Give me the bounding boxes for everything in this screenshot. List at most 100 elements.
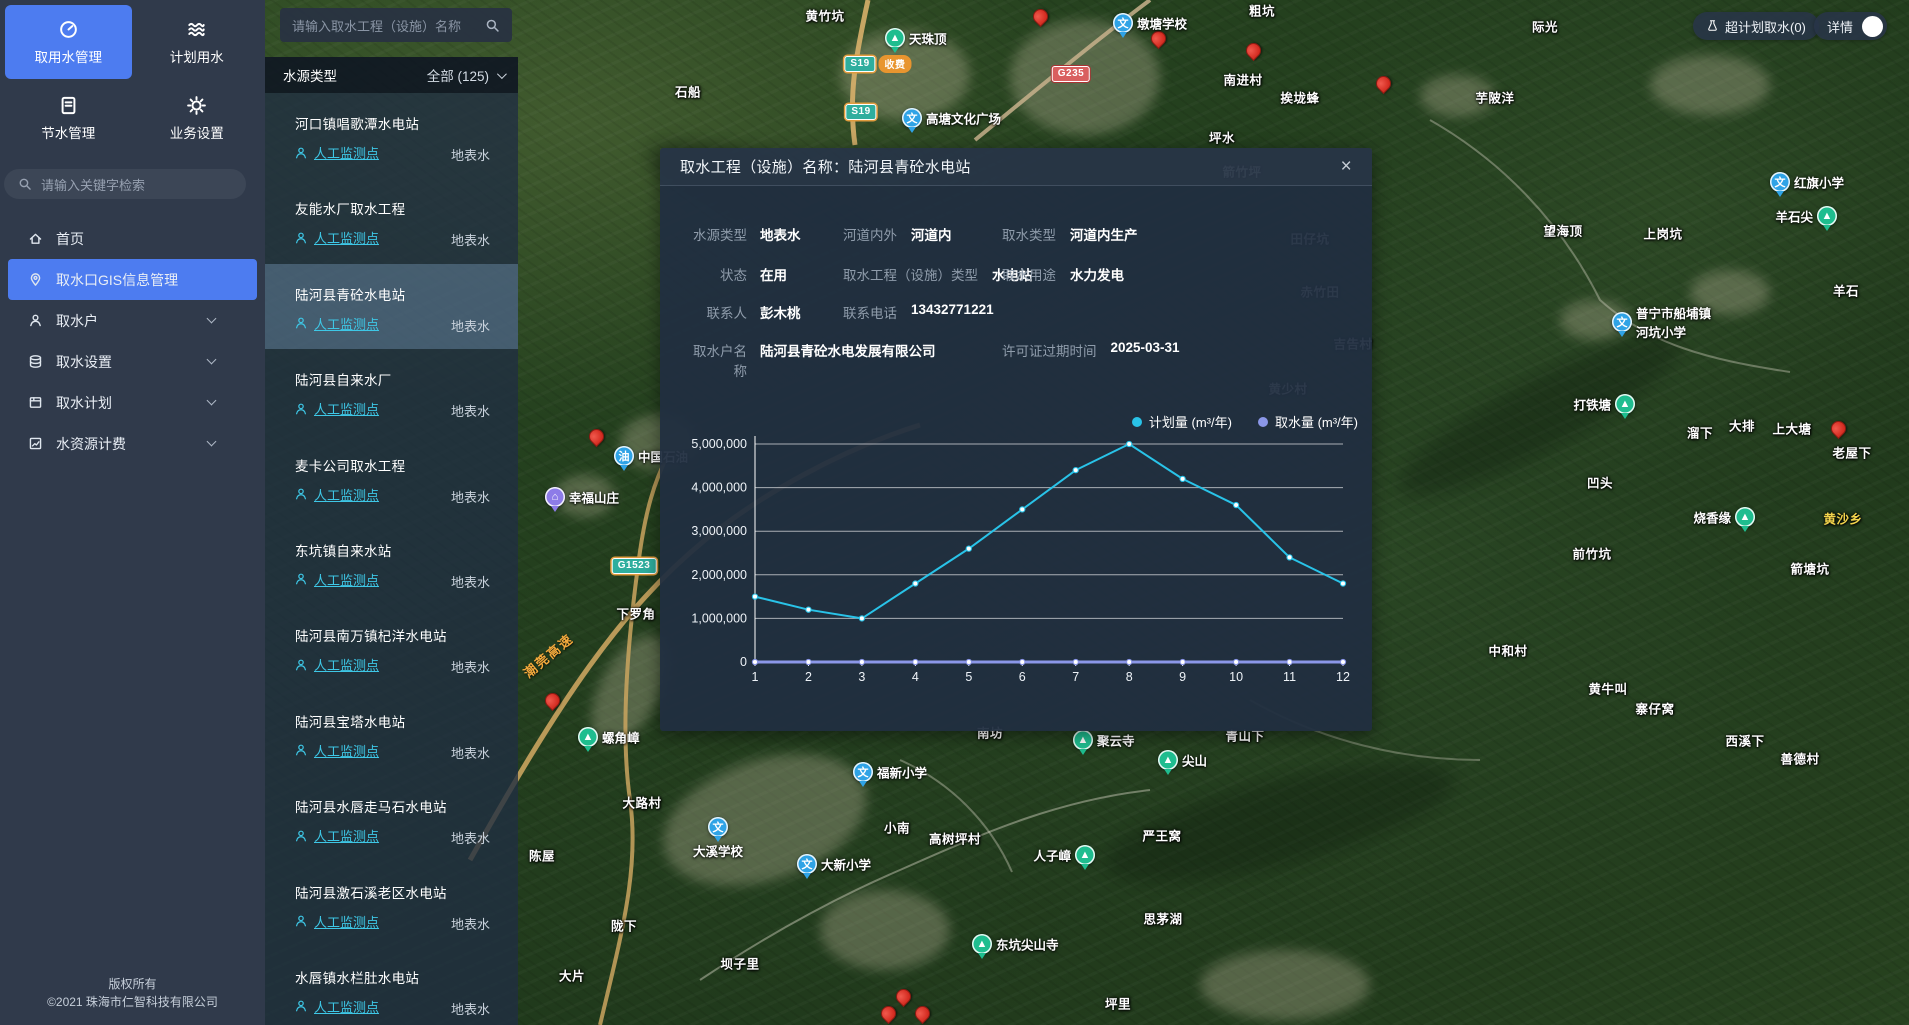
station-list-item[interactable]: 友能水厂取水工程 人工监测点 地表水 [265,178,518,263]
station-list-item[interactable]: 陆河县宝塔水电站 人工监测点 地表水 [265,691,518,776]
poi-marker[interactable]: 文 [708,817,728,837]
map-place-label: 芋陂洋 [1475,88,1514,107]
station-detail-modal: 取水工程（设施）名称：陆河县青砼水电站 × 水源类型地表水河道内外河道内取水类型… [660,148,1372,731]
legend-dot [1132,417,1142,427]
person-icon [294,316,308,330]
chart-icon [28,436,43,451]
svg-text:3,000,000: 3,000,000 [691,524,747,538]
poi-marker[interactable]: 文 [902,108,922,128]
poi-marker[interactable]: 文 [1612,312,1632,332]
station-list-item[interactable]: 陆河县南万镇杞洋水电站 人工监测点 地表水 [265,605,518,690]
poi-marker[interactable]: ▲ [885,28,905,48]
station-list-item[interactable]: 陆河县水唇走马石水电站 人工监测点 地表水 [265,776,518,861]
red-pin-marker[interactable] [892,986,913,1007]
legend-item[interactable]: 计划量 (m³/年) [1132,412,1232,431]
svg-text:9: 9 [1179,670,1186,684]
red-pin-marker[interactable] [877,1003,898,1024]
poi-marker[interactable]: 文 [853,762,873,782]
map-place-label: 坪里 [1105,994,1131,1013]
poi-marker[interactable]: 文 [1770,172,1790,192]
menu-label: 取水户 [56,311,98,331]
monitor-type-link[interactable]: 人工监测点 [294,314,379,333]
station-list-item[interactable]: 陆河县激石溪老区水电站 人工监测点 地表水 [265,862,518,947]
red-pin-marker[interactable] [541,690,562,711]
station-list-item[interactable]: 陆河县自来水厂 人工监测点 地表水 [265,349,518,434]
toggle-knob[interactable] [1862,16,1883,37]
monitor-type-label: 人工监测点 [314,912,379,931]
svg-text:5: 5 [965,670,972,684]
close-icon[interactable]: × [1341,157,1352,176]
station-list-item[interactable]: 东坑镇自来水站 人工监测点 地表水 [265,520,518,605]
field-value: 地表水 [760,224,801,244]
monitor-type-link[interactable]: 人工监测点 [294,826,379,845]
module-planned-water-use[interactable]: 计划用水 [134,5,261,79]
menu-item-water-billing[interactable]: 水资源计费 [8,423,257,464]
red-pin-marker[interactable] [1242,40,1263,61]
monitor-type-link[interactable]: 人工监测点 [294,228,379,247]
poi-marker[interactable]: ⌂ [545,487,565,507]
field-row: 水源类型地表水河道内外河道内取水类型河道内生产 [680,224,1360,244]
module-label: 节水管理 [41,122,95,142]
map-place-label: 小南 [884,818,910,837]
red-pin-marker[interactable] [911,1003,932,1024]
poi-marker[interactable]: ▲ [1075,845,1095,865]
poi-marker[interactable]: ▲ [1073,730,1093,750]
red-pin-marker[interactable] [1827,418,1848,439]
poi-marker[interactable]: 油 [614,446,634,466]
poi-marker[interactable]: ▲ [1158,750,1178,770]
monitor-type-link[interactable]: 人工监测点 [294,399,379,418]
water-source-label: 地表水 [451,230,490,249]
poi-marker[interactable]: ▲ [972,934,992,954]
poi-label: 墩塘学校 [1137,14,1187,33]
monitor-type-link[interactable]: 人工监测点 [294,741,379,760]
map-place-label: 箭塘坑 [1790,559,1829,578]
station-name: 友能水厂取水工程 [295,198,405,218]
poi-label: 大新小学 [821,855,871,874]
menu-item-home[interactable]: 首页 [8,218,257,259]
poi-marker[interactable]: ▲ [1817,206,1837,226]
menu-item-water-users[interactable]: 取水户 [8,300,257,341]
sidebar-menu: 首页 取水口GIS信息管理 取水户 取水设置 取水计划 水资源计费 [0,218,265,464]
station-list-item[interactable]: 河口镇唱歌潭水电站 人工监测点 地表水 [265,93,518,178]
poi-marker[interactable]: ▲ [1615,394,1635,414]
poi-marker[interactable]: 文 [797,854,817,874]
station-list-item[interactable]: 麦卡公司取水工程 人工监测点 地表水 [265,435,518,520]
red-pin-marker[interactable] [1372,73,1393,94]
red-pin-marker[interactable] [1029,6,1050,27]
filter-value: 全部 (125) [427,65,489,85]
poi-marker[interactable]: ▲ [1735,507,1755,527]
svg-text:1: 1 [752,670,759,684]
monitor-type-link[interactable]: 人工监测点 [294,485,379,504]
red-pin-marker[interactable] [585,426,606,447]
poi-marker[interactable]: ▲ [578,727,598,747]
monitor-type-link[interactable]: 人工监测点 [294,997,379,1016]
water-source-type-filter[interactable]: 水源类型 全部 (125) [265,57,518,93]
over-plan-label: 超计划取水(0) [1725,17,1806,36]
over-plan-intake-pill[interactable]: 超计划取水(0) [1693,12,1819,40]
monitor-type-link[interactable]: 人工监测点 [294,143,379,162]
flask-icon [1706,19,1719,33]
chart-legend[interactable]: 计划量 (m³/年) 取水量 (m³/年) [1132,412,1358,431]
person-icon [294,743,308,757]
monitor-type-link[interactable]: 人工监测点 [294,912,379,931]
map-place-label: 寨仔窝 [1635,699,1674,718]
detail-toggle[interactable]: 详情 [1814,12,1887,40]
module-water-saving-mgmt[interactable]: 节水管理 [5,81,132,155]
poi-marker[interactable]: 文 [1113,13,1133,33]
station-name: 陆河县青砼水电站 [295,284,405,304]
menu-item-intake-plan[interactable]: 取水计划 [8,382,257,423]
road-badge: S19 [845,104,876,120]
monitor-type-link[interactable]: 人工监测点 [294,655,379,674]
menu-item-intake-settings[interactable]: 取水设置 [8,341,257,382]
keyword-search-input[interactable]: 请输入关键字检索 [4,169,246,199]
station-list-item[interactable]: 水唇镇水栏肚水电站 人工监测点 地表水 [265,947,518,1025]
menu-label: 水资源计费 [56,434,126,454]
module-water-intake-mgmt[interactable]: 取用水管理 [5,5,132,79]
module-business-settings[interactable]: 业务设置 [134,81,261,155]
monitor-type-label: 人工监测点 [314,997,379,1016]
monitor-type-link[interactable]: 人工监测点 [294,570,379,589]
legend-item[interactable]: 取水量 (m³/年) [1258,412,1358,431]
station-list-item[interactable]: 陆河县青砼水电站 人工监测点 地表水 [265,264,518,349]
station-search-input[interactable]: 请输入取水工程（设施）名称 [280,8,512,42]
menu-item-intake-gis-mgmt[interactable]: 取水口GIS信息管理 [8,259,257,300]
